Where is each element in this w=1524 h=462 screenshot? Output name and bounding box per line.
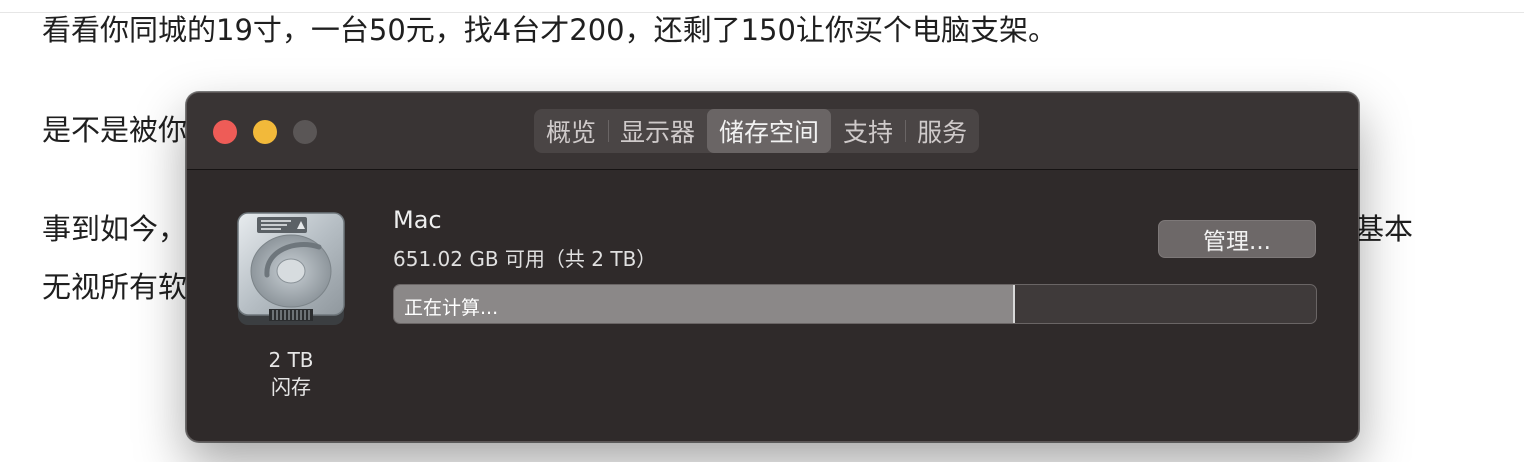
hard-drive-icon	[237, 212, 345, 325]
drive-type: 闪存	[271, 375, 311, 399]
volume-name: Mac	[393, 206, 442, 234]
tab-support[interactable]: 支持	[831, 109, 905, 153]
tab-bar: 概览 显示器 储存空间 支持 服务	[534, 109, 980, 153]
article-line-1: 看看你同城的19寸，一台50元，找4台才200，还剩了150让你买个电脑支架。	[42, 13, 1057, 47]
zoom-button	[293, 120, 317, 144]
article-line-3-left: 事到如今，	[42, 212, 188, 246]
tab-overview[interactable]: 概览	[534, 109, 608, 153]
manage-button[interactable]: 管理...	[1158, 220, 1316, 258]
drive-capacity: 2 TB	[268, 348, 314, 372]
volume-availability: 651.02 GB 可用（共 2 TB）	[393, 247, 657, 271]
storage-usage-bar: 正在计算...	[393, 284, 1317, 324]
tab-storage[interactable]: 储存空间	[707, 109, 832, 153]
tab-displays[interactable]: 显示器	[608, 109, 707, 153]
window-titlebar[interactable]: 概览 显示器 储存空间 支持 服务	[187, 93, 1358, 170]
article-line-2: 是不是被你	[42, 113, 188, 147]
about-this-mac-window: 概览 显示器 储存空间 支持 服务 2 TB 闪存 Mac 651.02 GB …	[186, 92, 1359, 442]
article-line-4: 无视所有软	[42, 270, 188, 304]
storage-usage-label: 正在计算...	[404, 297, 499, 319]
close-button[interactable]	[213, 120, 237, 144]
article-line-3-right: 基本	[1355, 212, 1414, 246]
tab-service[interactable]: 服务	[905, 109, 979, 153]
minimize-button[interactable]	[253, 120, 277, 144]
